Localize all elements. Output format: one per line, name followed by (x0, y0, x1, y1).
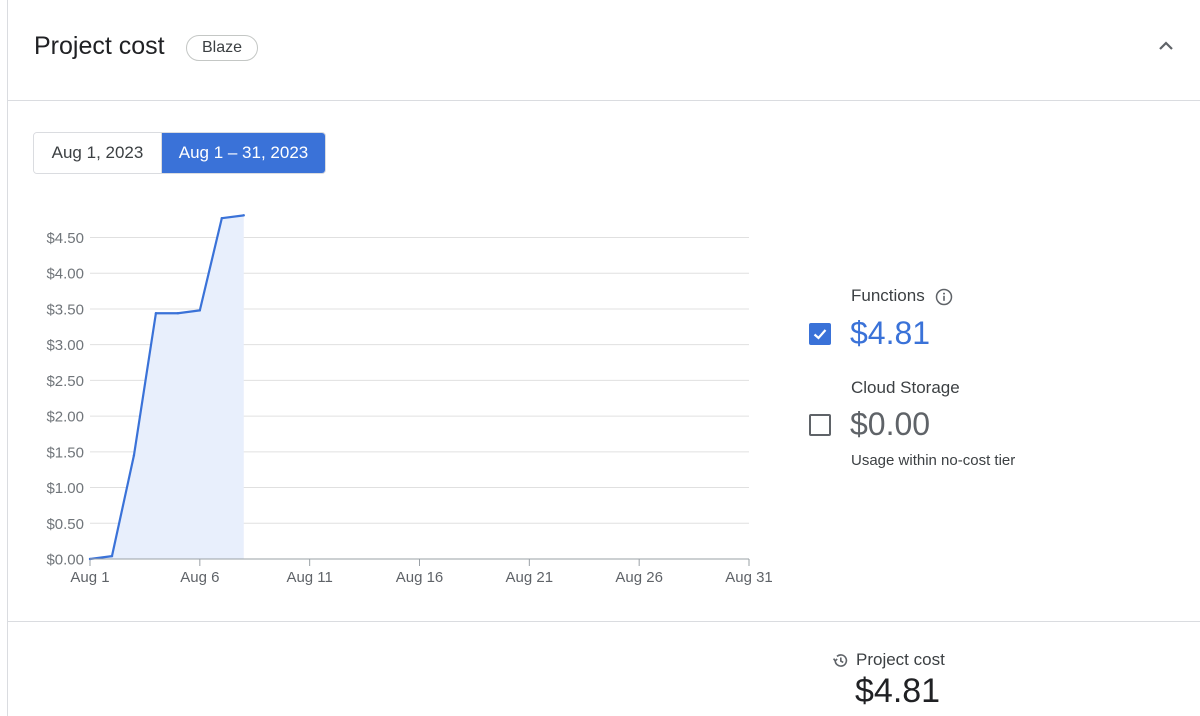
footer-project-cost-value: $4.81 (855, 672, 941, 710)
x-tick-label: Aug 31 (725, 569, 773, 586)
data-point (198, 309, 202, 312)
x-tick-label: Aug 16 (396, 569, 444, 586)
functions-cost: $4.81 (850, 315, 931, 351)
y-tick-label: $4.00 (46, 266, 84, 283)
y-tick-label: $1.00 (46, 480, 84, 497)
functions-checkbox[interactable] (809, 323, 831, 345)
x-tick-label: Aug 11 (286, 569, 332, 586)
y-tick-label: $1.50 (46, 444, 84, 461)
date-option-day[interactable]: Aug 1, 2023 (34, 133, 162, 173)
x-tick-label: Aug 6 (180, 569, 219, 586)
cloud-storage-note: Usage within no-cost tier (851, 452, 1016, 469)
cost-chart: $0.00 $0.50 $1.00 $1.50 $2.00 $2.50 $3.00 $3.50… (46, 214, 773, 586)
cloud-storage-label: Cloud Storage (851, 378, 960, 397)
page-title: Project cost (34, 32, 165, 60)
cloud-storage-checkbox[interactable] (809, 414, 831, 436)
cloud-storage-cost: $0.00 (850, 406, 931, 442)
y-tick-label: $3.50 (46, 301, 84, 318)
info-icon (935, 288, 953, 306)
header-divider (8, 100, 1200, 101)
data-point (176, 312, 180, 315)
history-icon (831, 651, 850, 670)
functions-label: Functions (851, 286, 925, 305)
check-icon (813, 329, 827, 340)
y-tick-label: $2.00 (46, 409, 84, 426)
y-tick-label: $3.00 (46, 337, 84, 354)
y-tick-label: $0.50 (46, 516, 84, 533)
date-option-month[interactable]: Aug 1 – 31, 2023 (162, 133, 325, 173)
functions-info-button[interactable] (935, 288, 953, 306)
x-tick-label: Aug 21 (506, 569, 554, 586)
footer-project-cost-label: Project cost (856, 650, 945, 669)
chevron-up-icon (1159, 41, 1173, 50)
data-point (132, 454, 136, 457)
date-range-toggle: Aug 1, 2023 Aug 1 – 31, 2023 (33, 132, 326, 174)
collapse-button[interactable] (1150, 30, 1182, 62)
series-area (90, 215, 244, 559)
y-tick-label: $0.00 (46, 552, 84, 569)
x-tick-label: Aug 26 (615, 569, 663, 586)
data-point (110, 554, 114, 558)
y-tick-label: $2.50 (46, 373, 84, 390)
data-point (220, 217, 223, 220)
data-point (154, 312, 158, 315)
plan-badge: Blaze (186, 35, 258, 61)
footer-divider (8, 621, 1200, 622)
x-tick-label: Aug 1 (70, 569, 109, 586)
data-point (242, 214, 245, 217)
y-tick-label: $4.50 (46, 230, 84, 247)
